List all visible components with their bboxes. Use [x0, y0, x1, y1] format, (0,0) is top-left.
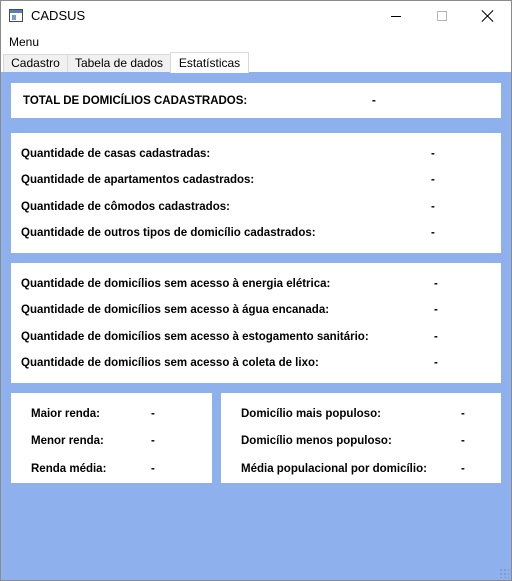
- esgoto-value: -: [434, 331, 438, 343]
- menos-populoso-label: Domicílio menos populoso:: [241, 435, 392, 447]
- lixo-label: Quantidade de domicílios sem acesso à co…: [21, 357, 319, 369]
- title-bar[interactable]: CADSUS: [1, 1, 511, 31]
- window-title: CADSUS: [31, 8, 86, 23]
- apartamentos-value: -: [431, 174, 435, 186]
- tab-estatisticas[interactable]: Estatísticas: [170, 52, 249, 73]
- menor-renda-value: -: [151, 435, 155, 447]
- energia-value: -: [434, 278, 438, 290]
- close-icon: [482, 10, 494, 22]
- app-window: CADSUS Menu Cadastro Tabela de dados Est…: [0, 0, 512, 581]
- app-window-icon: [9, 9, 23, 22]
- renda-media-value: -: [151, 463, 155, 475]
- comodos-label: Quantidade de cômodos cadastrados:: [21, 201, 230, 213]
- total-value: -: [372, 95, 376, 107]
- tab-cadastro[interactable]: Cadastro: [3, 54, 68, 73]
- media-populacional-value: -: [461, 463, 465, 475]
- agua-value: -: [434, 304, 438, 316]
- agua-label: Quantidade de domicílios sem acesso à ág…: [21, 304, 330, 316]
- minimize-icon: [391, 15, 401, 17]
- apartamentos-label: Quantidade de apartamentos cadastrados:: [21, 174, 255, 186]
- outros-tipos-value: -: [431, 227, 435, 239]
- maior-renda-value: -: [151, 408, 155, 420]
- tipos-panel: Quantidade de casas cadastradas: - Quant…: [11, 133, 501, 253]
- acesso-panel: Quantidade de domicílios sem acesso à en…: [11, 263, 501, 383]
- energia-label: Quantidade de domicílios sem acesso à en…: [21, 278, 331, 290]
- populacao-panel: Domicílio mais populoso: - Domicílio men…: [221, 393, 501, 483]
- maximize-icon: [437, 11, 447, 21]
- outros-tipos-label: Quantidade de outros tipos de domicílio …: [21, 227, 316, 239]
- menos-populoso-value: -: [461, 435, 465, 447]
- tab-tabela-de-dados[interactable]: Tabela de dados: [67, 54, 171, 73]
- mais-populoso-value: -: [461, 408, 465, 420]
- total-label: TOTAL DE DOMICÍLIOS CADASTRADOS:: [23, 95, 248, 107]
- esgoto-label: Quantidade de domicílios sem acesso à es…: [21, 331, 369, 343]
- renda-media-label: Renda média:: [31, 463, 107, 475]
- maior-renda-label: Maior renda:: [31, 408, 101, 420]
- tab-strip: Cadastro Tabela de dados Estatísticas: [1, 52, 511, 73]
- casas-value: -: [431, 148, 435, 160]
- mais-populoso-label: Domicílio mais populoso:: [241, 408, 381, 420]
- media-populacional-label: Média populacional por domicílio:: [241, 463, 427, 475]
- casas-label: Quantidade de casas cadastradas:: [21, 148, 211, 160]
- renda-panel: Maior renda: - Menor renda: - Renda médi…: [11, 393, 212, 483]
- menu-item-menu[interactable]: Menu: [9, 35, 39, 49]
- lixo-value: -: [434, 357, 438, 369]
- total-panel: TOTAL DE DOMICÍLIOS CADASTRADOS: -: [11, 83, 501, 118]
- maximize-button[interactable]: [419, 1, 465, 31]
- comodos-value: -: [431, 201, 435, 213]
- statistics-content: TOTAL DE DOMICÍLIOS CADASTRADOS: - Quant…: [1, 72, 511, 580]
- minimize-button[interactable]: [373, 1, 419, 31]
- resize-grip-icon[interactable]: [499, 568, 509, 578]
- menu-bar: Menu: [1, 32, 511, 52]
- close-button[interactable]: [465, 1, 511, 31]
- menor-renda-label: Menor renda:: [31, 435, 104, 447]
